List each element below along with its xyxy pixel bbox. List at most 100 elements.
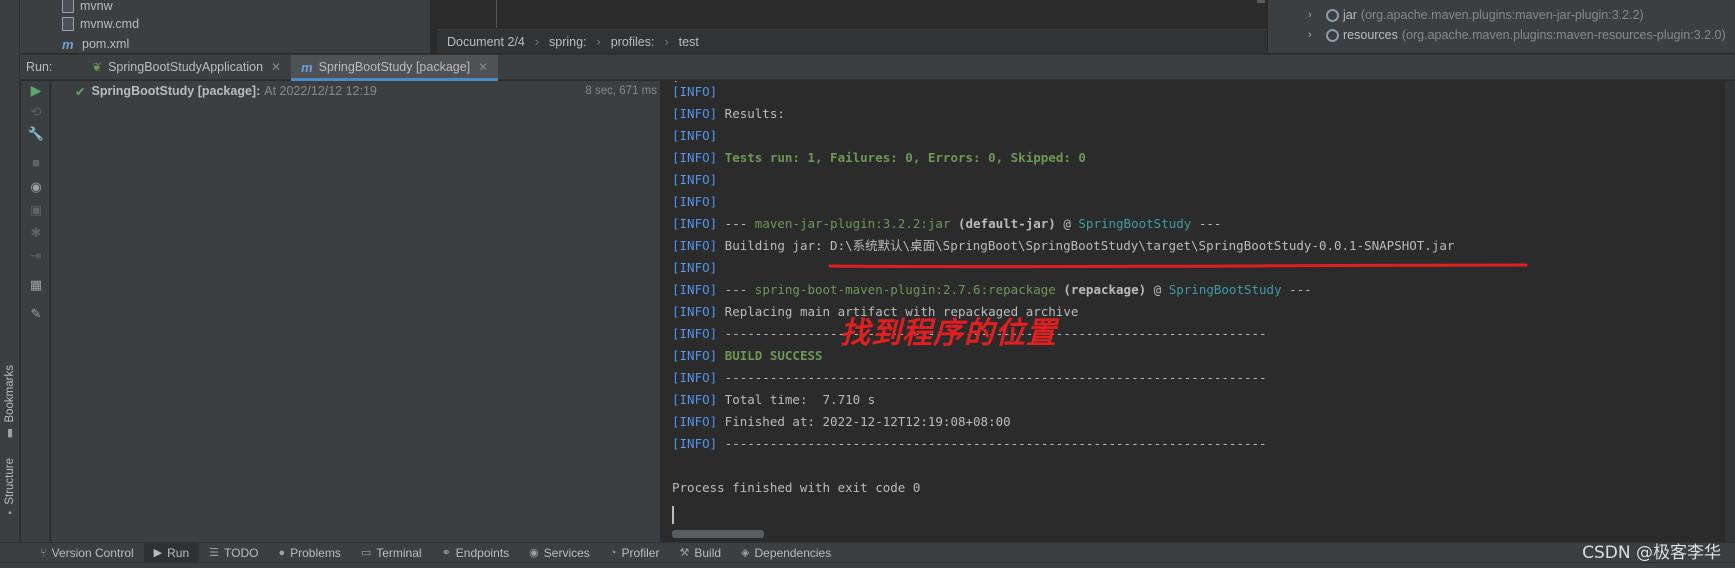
breadcrumb: Document 2/4 › spring: › profiles: › tes… xyxy=(437,29,1267,53)
bookmarks-tab[interactable]: Bookmarks ▮ xyxy=(2,365,18,439)
pin-icon[interactable]: ✎ xyxy=(27,305,45,323)
debug-icon[interactable]: ✱ xyxy=(27,224,45,242)
log-level-tag: [INFO] xyxy=(672,128,718,143)
log-level-tag: [INFO] xyxy=(672,260,718,275)
spring-boot-icon: ❦ xyxy=(92,60,103,74)
plugin-icon xyxy=(1326,28,1339,42)
console-line: [INFO] Total time: 7.710 s xyxy=(672,389,875,411)
console-text: @ xyxy=(1055,216,1079,231)
breadcrumb-separator: › xyxy=(534,34,539,49)
maven-plugin-jar[interactable]: › jar (org.apache.maven.plugins:maven-ja… xyxy=(1308,6,1644,24)
breadcrumb-item[interactable]: spring: xyxy=(549,35,587,49)
camera-icon[interactable]: ▣ xyxy=(27,201,45,219)
log-level-tag: [INFO] xyxy=(672,436,718,451)
file-icon xyxy=(62,17,74,31)
left-tool-stripe: Bookmarks ▮ Structure ▪ xyxy=(0,0,20,542)
run-tree-row[interactable]: ✔ SpringBootStudy [package]: At 2022/12/… xyxy=(51,81,661,101)
plugin-detail: (org.apache.maven.plugins:maven-resource… xyxy=(1401,28,1726,42)
chevron-right-icon[interactable]: › xyxy=(1308,9,1322,21)
rerun-failed-icon[interactable]: ⟲ xyxy=(27,103,45,121)
services-icon: ◉ xyxy=(529,547,539,559)
console-text: Building jar: D:\系统默认\桌面\SpringBoot\Spri… xyxy=(717,238,1455,253)
tool-window-services[interactable]: ◉ Services xyxy=(519,543,600,563)
editor-scrollbar[interactable] xyxy=(1257,0,1265,3)
maven-icon: m xyxy=(301,59,313,75)
tool-window-dependencies[interactable]: ◈ Dependencies xyxy=(731,543,841,563)
console-text: spring-boot-maven-plugin:2.7.6:repackage xyxy=(754,282,1056,297)
tool-window-terminal[interactable]: ▭ Terminal xyxy=(351,543,432,563)
tree-item-mvnw-cmd[interactable]: mvnw.cmd xyxy=(62,14,139,34)
run-toolbar: ▶ ⟲ 🔧 ■ ◉ ▣ ✱ ⇥ ▦ ✎ xyxy=(21,81,50,542)
watermark: CSDN @极客李华 xyxy=(1582,543,1721,563)
tool-window-profiler[interactable]: ◔ Profiler xyxy=(600,543,670,563)
log-level-tag: [INFO] xyxy=(672,348,718,363)
exit-icon[interactable]: ⇥ xyxy=(27,247,45,265)
tab-springbootstudy-package[interactable]: m SpringBootStudy [package] ✕ xyxy=(291,54,499,81)
close-icon[interactable]: ✕ xyxy=(478,60,488,74)
tool-window-version-control[interactable]: ⑂ Version Control xyxy=(30,543,144,563)
document-indicator[interactable]: Document 2/4 xyxy=(447,35,525,49)
chevron-right-icon[interactable]: › xyxy=(1308,29,1322,41)
eye-icon[interactable]: ◉ xyxy=(27,178,45,196)
tool-window-todo[interactable]: ☰ TODO xyxy=(199,543,268,563)
build-icon: ⚒ xyxy=(679,547,690,559)
console-line: Process finished with exit code 0 xyxy=(672,477,920,499)
layout-icon[interactable]: ▦ xyxy=(27,276,45,294)
tab-springbootstudyapplication[interactable]: ❦ SpringBootStudyApplication ✕ xyxy=(82,55,291,80)
console-line: [INFO] ---------------------------------… xyxy=(672,323,1267,345)
console-line: [INFO] xyxy=(672,257,717,279)
console-line: [INFO] Building jar: D:\系统默认\桌面\SpringBo… xyxy=(672,235,1454,257)
log-level-tag: [INFO] xyxy=(672,238,718,253)
tool-window-build[interactable]: ⚒ Build xyxy=(669,543,731,563)
bookmark-icon: ▮ xyxy=(6,426,14,439)
status-bar xyxy=(0,562,1735,568)
console-text: @ xyxy=(1146,282,1169,297)
console-text: --- xyxy=(717,216,755,231)
todo-icon: ☰ xyxy=(209,547,220,559)
maven-plugin-resources[interactable]: › resources (org.apache.maven.plugins:ma… xyxy=(1308,26,1726,44)
console-text: Replacing main artifact with repackaged … xyxy=(717,304,1079,319)
tool-window-problems[interactable]: ● Problems xyxy=(268,543,350,563)
console-line: [INFO] --- maven-jar-plugin:3.2.2:jar (d… xyxy=(672,213,1221,235)
branch-icon: ⑂ xyxy=(40,546,47,559)
console-horizontal-scrollbar[interactable] xyxy=(672,530,764,538)
tool-window-label: Dependencies xyxy=(754,545,832,560)
wrench-icon[interactable]: 🔧 xyxy=(27,125,45,143)
profiler-icon: ◔ xyxy=(609,546,617,559)
tool-window-endpoints[interactable]: ⚭ Endpoints xyxy=(432,543,520,563)
structure-tab[interactable]: Structure ▪ xyxy=(2,458,18,519)
file-icon xyxy=(62,0,74,13)
breadcrumb-item[interactable]: test xyxy=(679,35,699,49)
console-line: [INFO] Replacing main artifact with repa… xyxy=(672,301,1078,323)
tool-window-label: Terminal xyxy=(376,545,422,560)
project-tree: mvnw mvnw.cmd m pom.xml xyxy=(20,0,452,54)
tool-window-label: Endpoints xyxy=(455,545,510,560)
tool-window-label: Services xyxy=(543,545,590,560)
tool-window-run[interactable]: ▶ Run xyxy=(143,542,200,563)
console-output[interactable]: . [INFO][INFO] Results:[INFO][INFO] Test… xyxy=(662,81,1735,542)
log-level-tag: [INFO] xyxy=(672,370,718,385)
stop-icon[interactable]: ■ xyxy=(27,153,45,171)
tool-window-label: Problems xyxy=(290,545,341,560)
console-line: [INFO] ---------------------------------… xyxy=(672,367,1267,389)
console-vertical-scrollbar[interactable] xyxy=(1725,81,1735,542)
breadcrumb-item[interactable]: profiles: xyxy=(611,35,655,49)
rerun-icon[interactable]: ▶ xyxy=(27,81,45,99)
console-line: [INFO] --- spring-boot-maven-plugin:2.7.… xyxy=(672,279,1312,301)
bookmarks-tab-label: Bookmarks xyxy=(4,365,16,423)
log-level-tag: [INFO] xyxy=(672,216,718,231)
plugin-name: jar xyxy=(1343,8,1357,22)
tool-window-label: TODO xyxy=(224,545,259,560)
breadcrumb-separator: › xyxy=(664,34,669,49)
close-icon[interactable]: ✕ xyxy=(271,60,281,74)
run-label: Run: xyxy=(26,60,53,74)
console-line: [INFO] Finished at: 2022-12-12T12:19:08+… xyxy=(672,411,1011,433)
tree-item-pom-xml[interactable]: m pom.xml xyxy=(62,34,129,54)
run-icon: ▶ xyxy=(153,547,163,559)
plugin-icon xyxy=(1326,8,1339,22)
log-level-tag: [INFO] xyxy=(672,106,718,121)
tool-window-label: Version Control xyxy=(51,545,134,560)
editor-gutter xyxy=(496,0,497,28)
tree-item-label: mvnw xyxy=(80,0,113,13)
editor-area[interactable]: Document 2/4 › spring: › profiles: › tes… xyxy=(437,0,1267,53)
